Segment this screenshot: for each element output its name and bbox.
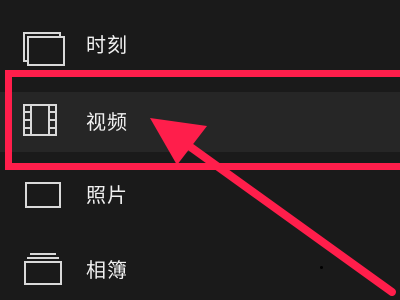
menu-item-label: 相簿 bbox=[86, 258, 128, 282]
film-strip-icon bbox=[22, 92, 66, 152]
album-stack-icon bbox=[22, 240, 66, 300]
menu-item-albums[interactable]: 相簿 bbox=[0, 240, 400, 300]
menu-item-label: 照片 bbox=[86, 183, 128, 207]
menu-item-label: 时刻 bbox=[86, 33, 128, 57]
menu-item-moments[interactable]: 时刻 bbox=[0, 15, 400, 75]
stacked-frames-icon bbox=[22, 15, 66, 75]
menu-item-videos[interactable]: 视频 bbox=[0, 92, 400, 152]
menu-item-label: 视频 bbox=[86, 110, 128, 134]
media-menu: 时刻 视频 照片 相簿 bbox=[0, 0, 400, 300]
menu-item-photos[interactable]: 照片 bbox=[0, 165, 400, 225]
photo-frame-icon bbox=[22, 165, 66, 225]
dust-speck bbox=[320, 266, 323, 269]
